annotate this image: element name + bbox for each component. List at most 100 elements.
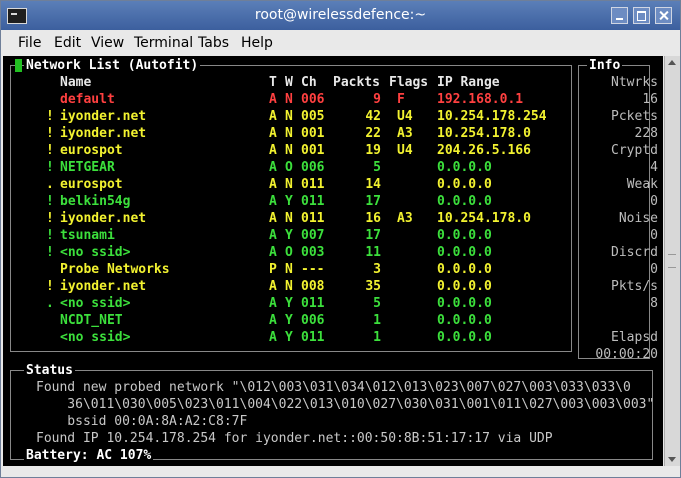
network-packts: 1 bbox=[373, 330, 381, 345]
network-packts: 14 bbox=[365, 177, 381, 192]
network-w: N bbox=[285, 109, 293, 124]
network-ip: 0.0.0.0 bbox=[437, 245, 492, 260]
network-row[interactable]: ! iyonder.net A N 011 16 A3 10.254.178.0 bbox=[3, 210, 563, 227]
network-w: Y bbox=[285, 296, 293, 311]
minimize-button[interactable] bbox=[611, 7, 628, 24]
scroll-down-arrow-icon[interactable] bbox=[668, 457, 676, 462]
network-w: Y bbox=[285, 194, 293, 209]
network-row[interactable]: ! NETGEAR A O 006 5 0.0.0.0 bbox=[3, 159, 563, 176]
network-row[interactable]: ! <no ssid> A O 003 11 0.0.0.0 bbox=[3, 244, 563, 261]
network-t: A bbox=[269, 279, 277, 294]
info-value: 8 bbox=[650, 296, 658, 311]
header-name: Name bbox=[60, 75, 92, 90]
network-ch: 007 bbox=[301, 228, 325, 243]
network-mark: ! bbox=[46, 228, 54, 243]
info-label: Pkts/s bbox=[611, 279, 658, 294]
network-t: A bbox=[269, 211, 277, 226]
network-t: A bbox=[269, 313, 277, 328]
network-mark: ! bbox=[46, 143, 54, 158]
info-value: 0 bbox=[650, 194, 658, 209]
network-w: Y bbox=[285, 228, 293, 243]
header-packets: Packts bbox=[333, 75, 380, 90]
header-wep: W bbox=[285, 75, 293, 90]
network-packts: 22 bbox=[365, 126, 381, 141]
network-row[interactable]: . eurospot A N 011 14 0.0.0.0 bbox=[3, 176, 563, 193]
network-mark: ! bbox=[46, 194, 54, 209]
network-w: N bbox=[285, 262, 293, 277]
menu-file[interactable]: File bbox=[18, 35, 41, 51]
network-row[interactable]: ! iyonder.net A N 001 22 A3 10.254.178.0 bbox=[3, 125, 563, 142]
network-t: A bbox=[269, 296, 277, 311]
scroll-up-arrow-icon[interactable] bbox=[668, 60, 676, 65]
network-w: N bbox=[285, 92, 293, 107]
network-mark: ! bbox=[46, 211, 54, 226]
info-value: 228 bbox=[634, 126, 658, 141]
info-elapsed-label: Elapsd bbox=[611, 330, 658, 345]
menu-edit[interactable]: Edit bbox=[54, 35, 81, 51]
network-row[interactable]: NCDT_NET A Y 006 1 0.0.0.0 bbox=[3, 312, 563, 329]
network-ch: 006 bbox=[301, 160, 325, 175]
network-ch: 008 bbox=[301, 279, 325, 294]
header-ip-range: IP Range bbox=[437, 75, 500, 90]
network-row[interactable]: ! belkin54g A Y 011 17 0.0.0.0 bbox=[3, 193, 563, 210]
network-ch: 005 bbox=[301, 109, 325, 124]
network-ip: 0.0.0.0 bbox=[437, 177, 492, 192]
network-ip: 0.0.0.0 bbox=[437, 313, 492, 328]
network-mark: . bbox=[46, 177, 54, 192]
network-row[interactable]: Probe Networks P N --- 3 0.0.0.0 bbox=[3, 261, 563, 278]
network-ch: 003 bbox=[301, 245, 325, 260]
network-row[interactable]: default A N 006 9 F 192.168.0.1 bbox=[3, 91, 563, 108]
network-packts: 16 bbox=[365, 211, 381, 226]
network-row[interactable]: ! eurospot A N 001 19 U4 204.26.5.166 bbox=[3, 142, 563, 159]
network-ip: 192.168.0.1 bbox=[437, 92, 524, 107]
info-title: Info bbox=[587, 58, 623, 73]
network-w: Y bbox=[285, 313, 293, 328]
network-w: Y bbox=[285, 330, 293, 345]
network-packts: 42 bbox=[365, 109, 381, 124]
terminal-screen[interactable]: Network List (Autofit) Name T W Ch Packt… bbox=[3, 56, 663, 466]
info-elapsed-value: 00:00:20 bbox=[595, 347, 658, 362]
menu-view[interactable]: View bbox=[91, 35, 124, 51]
battery-status: Battery: AC 107% bbox=[24, 448, 154, 463]
network-flags: U4 bbox=[397, 109, 413, 124]
close-button[interactable] bbox=[655, 7, 672, 24]
network-t: A bbox=[269, 92, 277, 107]
network-t: A bbox=[269, 160, 277, 175]
network-row[interactable]: ! iyonder.net A N 005 42 U4 10.254.178.254 bbox=[3, 108, 563, 125]
network-t: A bbox=[269, 177, 277, 192]
network-ip: 204.26.5.166 bbox=[437, 143, 531, 158]
network-t: A bbox=[269, 143, 277, 158]
network-t: A bbox=[269, 109, 277, 124]
scroll-grip-icon[interactable] bbox=[668, 254, 676, 268]
network-ip: 0.0.0.0 bbox=[437, 279, 492, 294]
info-value: 4 bbox=[650, 160, 658, 175]
network-row[interactable]: ! iyonder.net A N 008 35 0.0.0.0 bbox=[3, 278, 563, 295]
network-mark: ! bbox=[46, 279, 54, 294]
network-row[interactable]: <no ssid> A Y 011 1 0.0.0.0 bbox=[3, 329, 563, 346]
maximize-button[interactable] bbox=[633, 7, 650, 24]
network-name: eurospot bbox=[60, 177, 123, 192]
network-row[interactable]: . <no ssid> A Y 011 5 0.0.0.0 bbox=[3, 295, 563, 312]
menu-help[interactable]: Help bbox=[241, 35, 273, 51]
terminal-scrollbar[interactable] bbox=[664, 56, 680, 466]
network-mark: . bbox=[46, 296, 54, 311]
network-packts: 1 bbox=[373, 313, 381, 328]
network-ip: 10.254.178.254 bbox=[437, 109, 547, 124]
network-w: N bbox=[285, 143, 293, 158]
network-name: iyonder.net bbox=[60, 109, 147, 124]
network-packts: 19 bbox=[365, 143, 381, 158]
status-line-4: Found IP 10.254.178.254 for iyonder.net:… bbox=[36, 431, 553, 446]
network-mark: ! bbox=[46, 160, 54, 175]
network-row[interactable]: ! tsunami A Y 007 17 0.0.0.0 bbox=[3, 227, 563, 244]
title-bar[interactable]: root@wirelessdefence:~ bbox=[1, 1, 680, 30]
menu-tabs[interactable]: Tabs bbox=[198, 35, 229, 51]
network-packts: 9 bbox=[373, 92, 381, 107]
network-ip: 0.0.0.0 bbox=[437, 160, 492, 175]
menu-terminal[interactable]: Terminal bbox=[134, 35, 193, 51]
network-mark: ! bbox=[46, 109, 54, 124]
network-t: P bbox=[269, 262, 277, 277]
network-name: <no ssid> bbox=[60, 330, 131, 345]
network-name: NETGEAR bbox=[60, 160, 115, 175]
network-flags: A3 bbox=[397, 211, 413, 226]
info-value: 0 bbox=[650, 262, 658, 277]
